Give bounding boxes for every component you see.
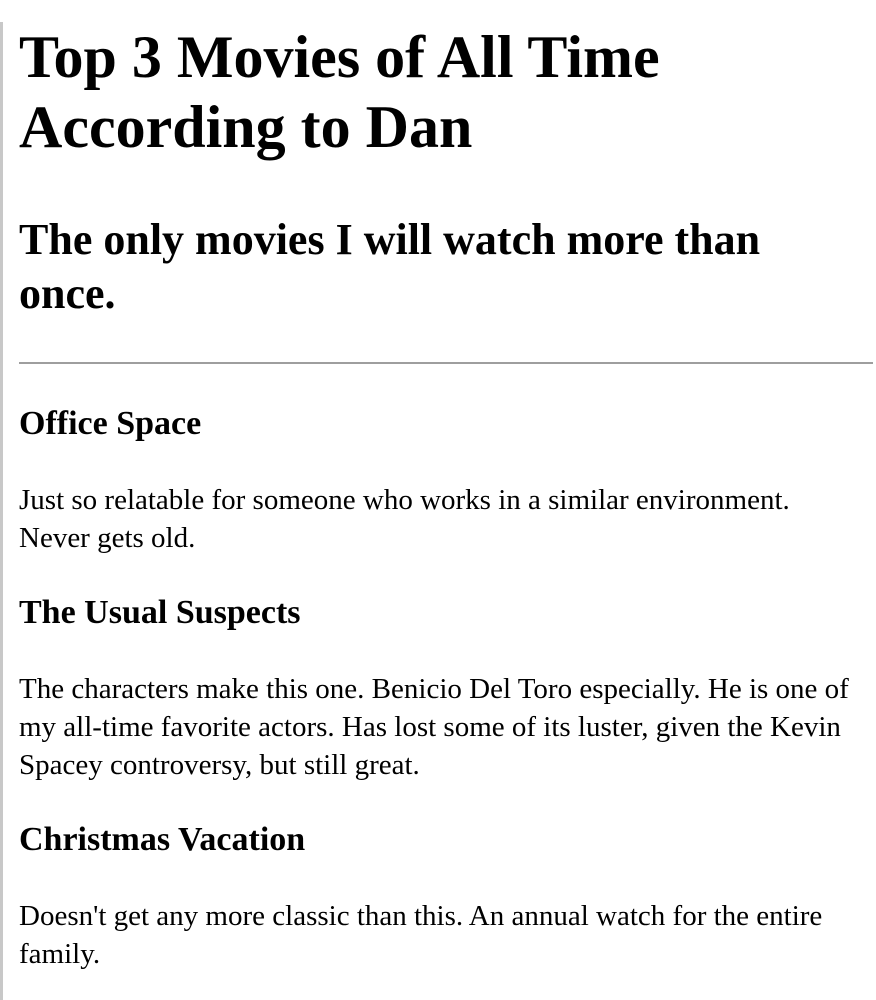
movie-entry-office-space: Office Space Just so relatable for someo… (19, 404, 859, 557)
movie-description: Just so relatable for someone who works … (19, 484, 790, 554)
movie-title: Christmas Vacation (19, 821, 306, 858)
movie-description: The characters make this one. Benicio De… (19, 673, 849, 781)
movie-entry-the-usual-suspects: The Usual Suspects The characters make t… (19, 593, 859, 784)
divider (19, 362, 873, 364)
movie-title: Office Space (19, 405, 202, 442)
page-subtitle: The only movies I will watch more than o… (19, 215, 761, 318)
page-content: Top 3 Movies of All Time According to Da… (3, 22, 873, 973)
movie-description: Doesn't get any more classic than this. … (19, 900, 823, 970)
movie-title: The Usual Suspects (19, 594, 301, 631)
movie-entry-christmas-vacation: Christmas Vacation Doesn't get any more … (19, 820, 859, 973)
page-title: Top 3 Movies of All Time According to Da… (19, 24, 660, 160)
